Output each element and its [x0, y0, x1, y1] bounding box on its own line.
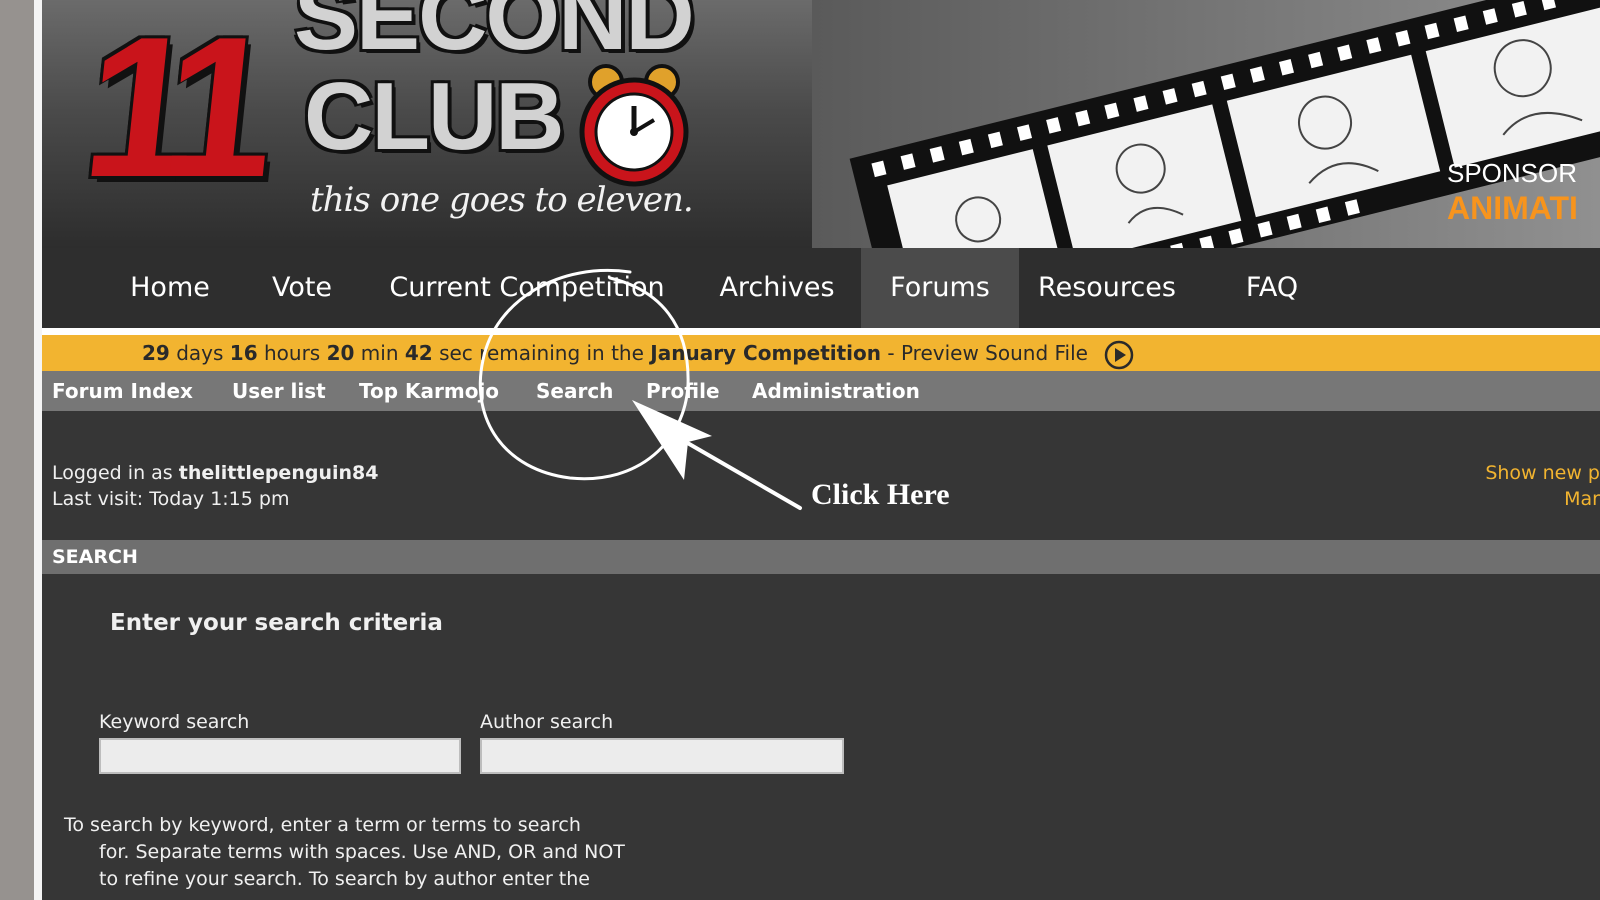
competition-countdown-bar: 29 days 16 hours 20 min 42 sec remaining…: [42, 335, 1600, 371]
browser-left-margin: [0, 0, 34, 900]
alarm-clock-icon: [579, 64, 689, 187]
nav-vote[interactable]: Vote: [252, 248, 352, 328]
nav-forums[interactable]: Forums: [861, 248, 1019, 328]
logo-number: 11: [74, 0, 266, 219]
search-criteria-heading: Enter your search criteria: [110, 610, 443, 636]
countdown-minutes-unit: min: [360, 341, 399, 365]
login-status: Logged in as thelittlepenguin84 Last vis…: [52, 460, 378, 512]
nav-faq[interactable]: FAQ: [1217, 248, 1327, 328]
countdown-days: 29: [142, 341, 170, 365]
logged-in-line: Logged in as thelittlepenguin84: [52, 460, 378, 486]
countdown-hours-unit: hours: [263, 341, 321, 365]
nav-resources[interactable]: Resources: [1027, 248, 1187, 328]
countdown-days-unit: days: [176, 341, 224, 365]
nav-home[interactable]: Home: [110, 248, 230, 328]
nav-current-competition[interactable]: Current Competition: [377, 248, 677, 328]
right-links: Show new p Mar: [1442, 460, 1600, 512]
forum-nav-administration[interactable]: Administration: [752, 371, 920, 411]
annotation-click-here: Click Here: [811, 478, 950, 511]
page: 11 SECOND CLUB this one goes to eleven. …: [0, 0, 1600, 900]
keyword-search-input[interactable]: [99, 738, 461, 774]
site-content: 11 SECOND CLUB this one goes to eleven. …: [42, 0, 1600, 900]
forum-nav: Forum Index User list Top Karmojo Search…: [42, 371, 1600, 411]
logged-in-prefix: Logged in as: [52, 462, 173, 484]
forum-nav-profile[interactable]: Profile: [646, 371, 720, 411]
author-search-label: Author search: [480, 711, 614, 733]
help-line: for. Separate terms with spaces. Use AND…: [99, 841, 625, 863]
search-help-text: To search by keyword, enter a term or te…: [64, 812, 704, 893]
countdown-hours: 16: [229, 341, 258, 365]
help-line: To search by keyword, enter a term or te…: [64, 814, 581, 836]
forum-nav-search[interactable]: Search: [536, 371, 613, 411]
forum-nav-forum-index[interactable]: Forum Index: [52, 371, 193, 411]
sponsor-brand[interactable]: ANIMATI: [1447, 190, 1578, 227]
countdown-text: 29 days 16 hours 20 min 42 sec remaining…: [142, 335, 1134, 371]
countdown-remaining-text: remaining in the: [479, 341, 644, 365]
show-new-posts-link[interactable]: Show new p: [1442, 460, 1600, 486]
nav-archives[interactable]: Archives: [702, 248, 852, 328]
forum-nav-top-karmojo[interactable]: Top Karmojo: [359, 371, 499, 411]
site-header: 11 SECOND CLUB this one goes to eleven. …: [42, 0, 1600, 248]
play-circle-icon[interactable]: [1104, 340, 1134, 370]
help-line: to refine your search. To search by auth…: [99, 868, 590, 890]
countdown-seconds: 42: [404, 341, 433, 365]
sponsor-label: SPONSOR: [1447, 158, 1578, 188]
countdown-seconds-unit: sec: [439, 341, 473, 365]
logo-word-club: CLUB: [304, 63, 565, 170]
username: thelittlepenguin84: [178, 462, 379, 484]
logo-tagline: this one goes to eleven.: [310, 180, 694, 220]
page-border: [34, 0, 42, 900]
keyword-search-label: Keyword search: [99, 711, 250, 733]
forum-nav-user-list[interactable]: User list: [232, 371, 326, 411]
mark-read-link[interactable]: Mar: [1442, 486, 1600, 512]
preview-sound-link[interactable]: - Preview Sound File: [887, 341, 1088, 365]
main-nav: Home Vote Current Competition Archives F…: [42, 248, 1600, 328]
competition-name-link[interactable]: January Competition: [650, 341, 881, 365]
last-visit: Last visit: Today 1:15 pm: [52, 488, 290, 510]
search-section-header: SEARCH: [42, 540, 1600, 574]
nav-divider: [42, 328, 1600, 335]
author-search-input[interactable]: [480, 738, 844, 774]
countdown-minutes: 20: [326, 341, 355, 365]
